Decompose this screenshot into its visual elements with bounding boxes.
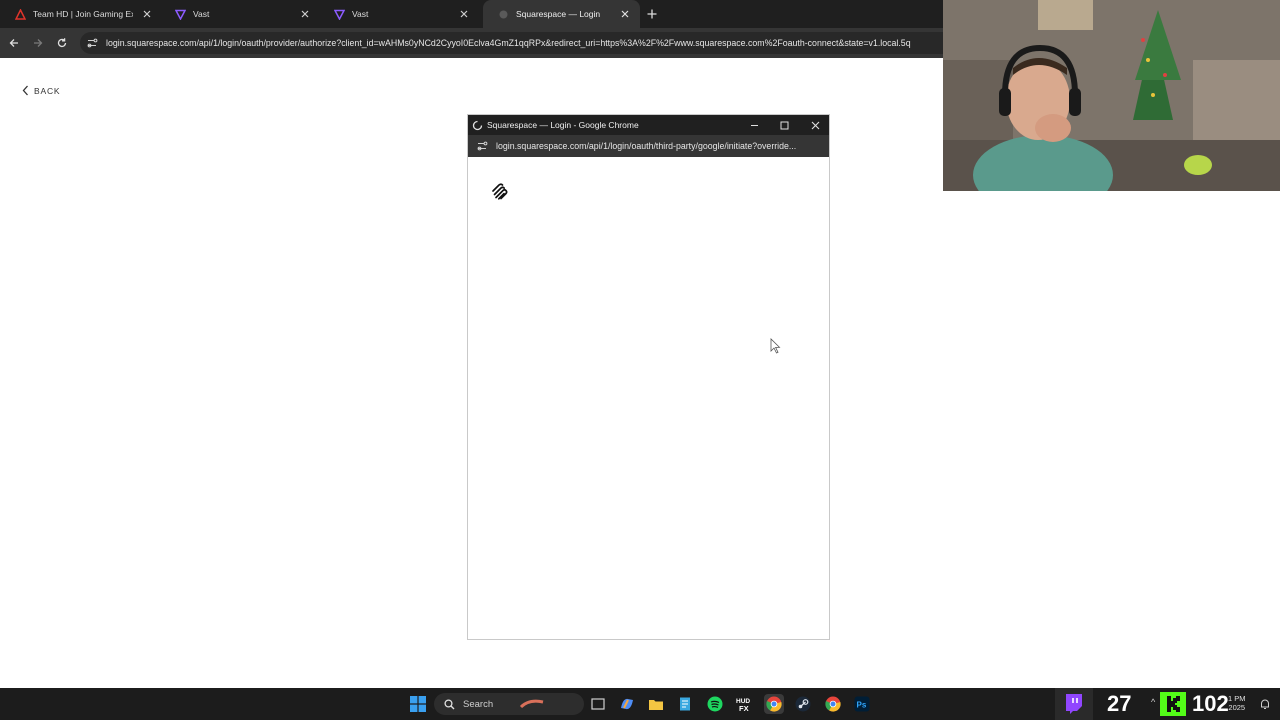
clock-date: 2025 (1228, 703, 1246, 712)
search-label: Search (463, 698, 494, 710)
twitch-icon (1066, 694, 1082, 714)
chevron-left-icon (22, 85, 28, 96)
minimize-button[interactable] (746, 117, 762, 133)
search-highlight-icon (520, 699, 544, 709)
tab-title: Team HD | Join Gaming Excelle (33, 9, 133, 19)
copilot-icon[interactable] (617, 694, 637, 714)
new-tab-button[interactable] (644, 6, 660, 22)
popup-url: login.squarespace.com/api/1/login/oauth/… (496, 141, 797, 151)
close-icon (811, 121, 819, 129)
team-hd-icon (14, 8, 26, 20)
tab-title: Vast (193, 9, 210, 19)
close-window-button[interactable] (807, 117, 823, 133)
browser-tab-2[interactable]: Vast (319, 0, 479, 28)
clock-time: 1 PM (1228, 694, 1246, 703)
twitch-viewer-count: 27 (1107, 691, 1132, 716)
taskbar-search[interactable]: Search (434, 693, 584, 715)
address-url: login.squarespace.com/api/1/login/oauth/… (106, 38, 911, 48)
spotify-icon[interactable] (705, 694, 725, 714)
mouse-cursor-icon (770, 338, 782, 354)
back-nav-button[interactable] (6, 35, 22, 51)
reload-button[interactable] (54, 35, 70, 51)
search-icon (444, 698, 455, 709)
browser-tab-0[interactable]: Team HD | Join Gaming Excelle (0, 0, 162, 28)
svg-text:Ps: Ps (857, 701, 867, 710)
twitch-overlay-badge (1055, 688, 1093, 720)
kick-overlay-badge (1160, 692, 1186, 716)
arrow-right-icon (34, 39, 43, 47)
tray-chevron-icon[interactable]: ^ (1151, 697, 1155, 707)
system-clock[interactable]: 1 PM 2025 (1228, 694, 1246, 712)
tab-close-icon[interactable] (618, 7, 632, 21)
browser-tab-strip: Team HD | Join Gaming Excelle Vast Vast … (0, 0, 943, 28)
notification-bell-icon[interactable] (1255, 694, 1275, 714)
tab-close-icon[interactable] (140, 7, 154, 21)
arrow-left-icon (9, 39, 18, 47)
webcam-feed-image (943, 0, 1280, 191)
browser-tab-3[interactable]: Squarespace — Login (483, 0, 640, 28)
webcam-overlay (943, 0, 1280, 191)
reload-icon (57, 38, 67, 48)
file-explorer-icon[interactable] (646, 694, 666, 714)
windows-icon (410, 696, 426, 712)
vast-icon (174, 8, 186, 20)
tab-title: Squarespace — Login (516, 9, 601, 19)
site-info-icon[interactable] (476, 140, 488, 152)
chrome-profile-icon[interactable] (823, 694, 843, 714)
maximize-button[interactable] (776, 117, 792, 133)
photoshop-icon[interactable]: Ps (852, 694, 872, 714)
address-bar[interactable]: login.squarespace.com/api/1/login/oauth/… (80, 32, 948, 54)
vast-icon (333, 8, 345, 20)
forward-nav-button[interactable] (30, 35, 46, 51)
login-popup-window: Squarespace — Login - Google Chrome logi… (467, 114, 830, 640)
kick-viewer-count: 102 (1192, 691, 1229, 716)
plus-icon (647, 9, 657, 19)
popup-title: Squarespace — Login - Google Chrome (487, 120, 639, 130)
minimize-icon (750, 124, 758, 126)
tab-close-icon[interactable] (298, 7, 312, 21)
squarespace-icon (497, 8, 509, 20)
kick-icon (1167, 696, 1180, 712)
maximize-icon (780, 121, 788, 129)
back-label: BACK (34, 85, 61, 96)
back-link[interactable]: BACK (22, 85, 60, 96)
chrome-icon[interactable] (764, 694, 784, 714)
tab-title: Vast (352, 9, 369, 19)
site-info-icon[interactable] (86, 37, 98, 49)
squarespace-logo-icon (490, 182, 510, 202)
start-button[interactable] (408, 694, 428, 714)
popup-title-bar[interactable]: Squarespace — Login - Google Chrome (468, 115, 829, 135)
notepad-icon[interactable] (675, 694, 695, 714)
popup-address-bar[interactable]: login.squarespace.com/api/1/login/oauth/… (468, 135, 829, 157)
browser-tab-1[interactable]: Vast (160, 0, 320, 28)
browser-toolbar: login.squarespace.com/api/1/login/oauth/… (0, 28, 948, 58)
taskbar: Search HUD FX Ps 27 ^ 102 1 PM 2025 (0, 688, 1280, 720)
svg-text:FX: FX (739, 704, 749, 712)
loading-spinner-icon (472, 120, 483, 130)
hud-fx-icon[interactable]: HUD FX (734, 694, 754, 714)
steam-icon[interactable] (793, 694, 813, 714)
task-view-icon[interactable] (588, 694, 608, 714)
tab-close-icon[interactable] (457, 7, 471, 21)
